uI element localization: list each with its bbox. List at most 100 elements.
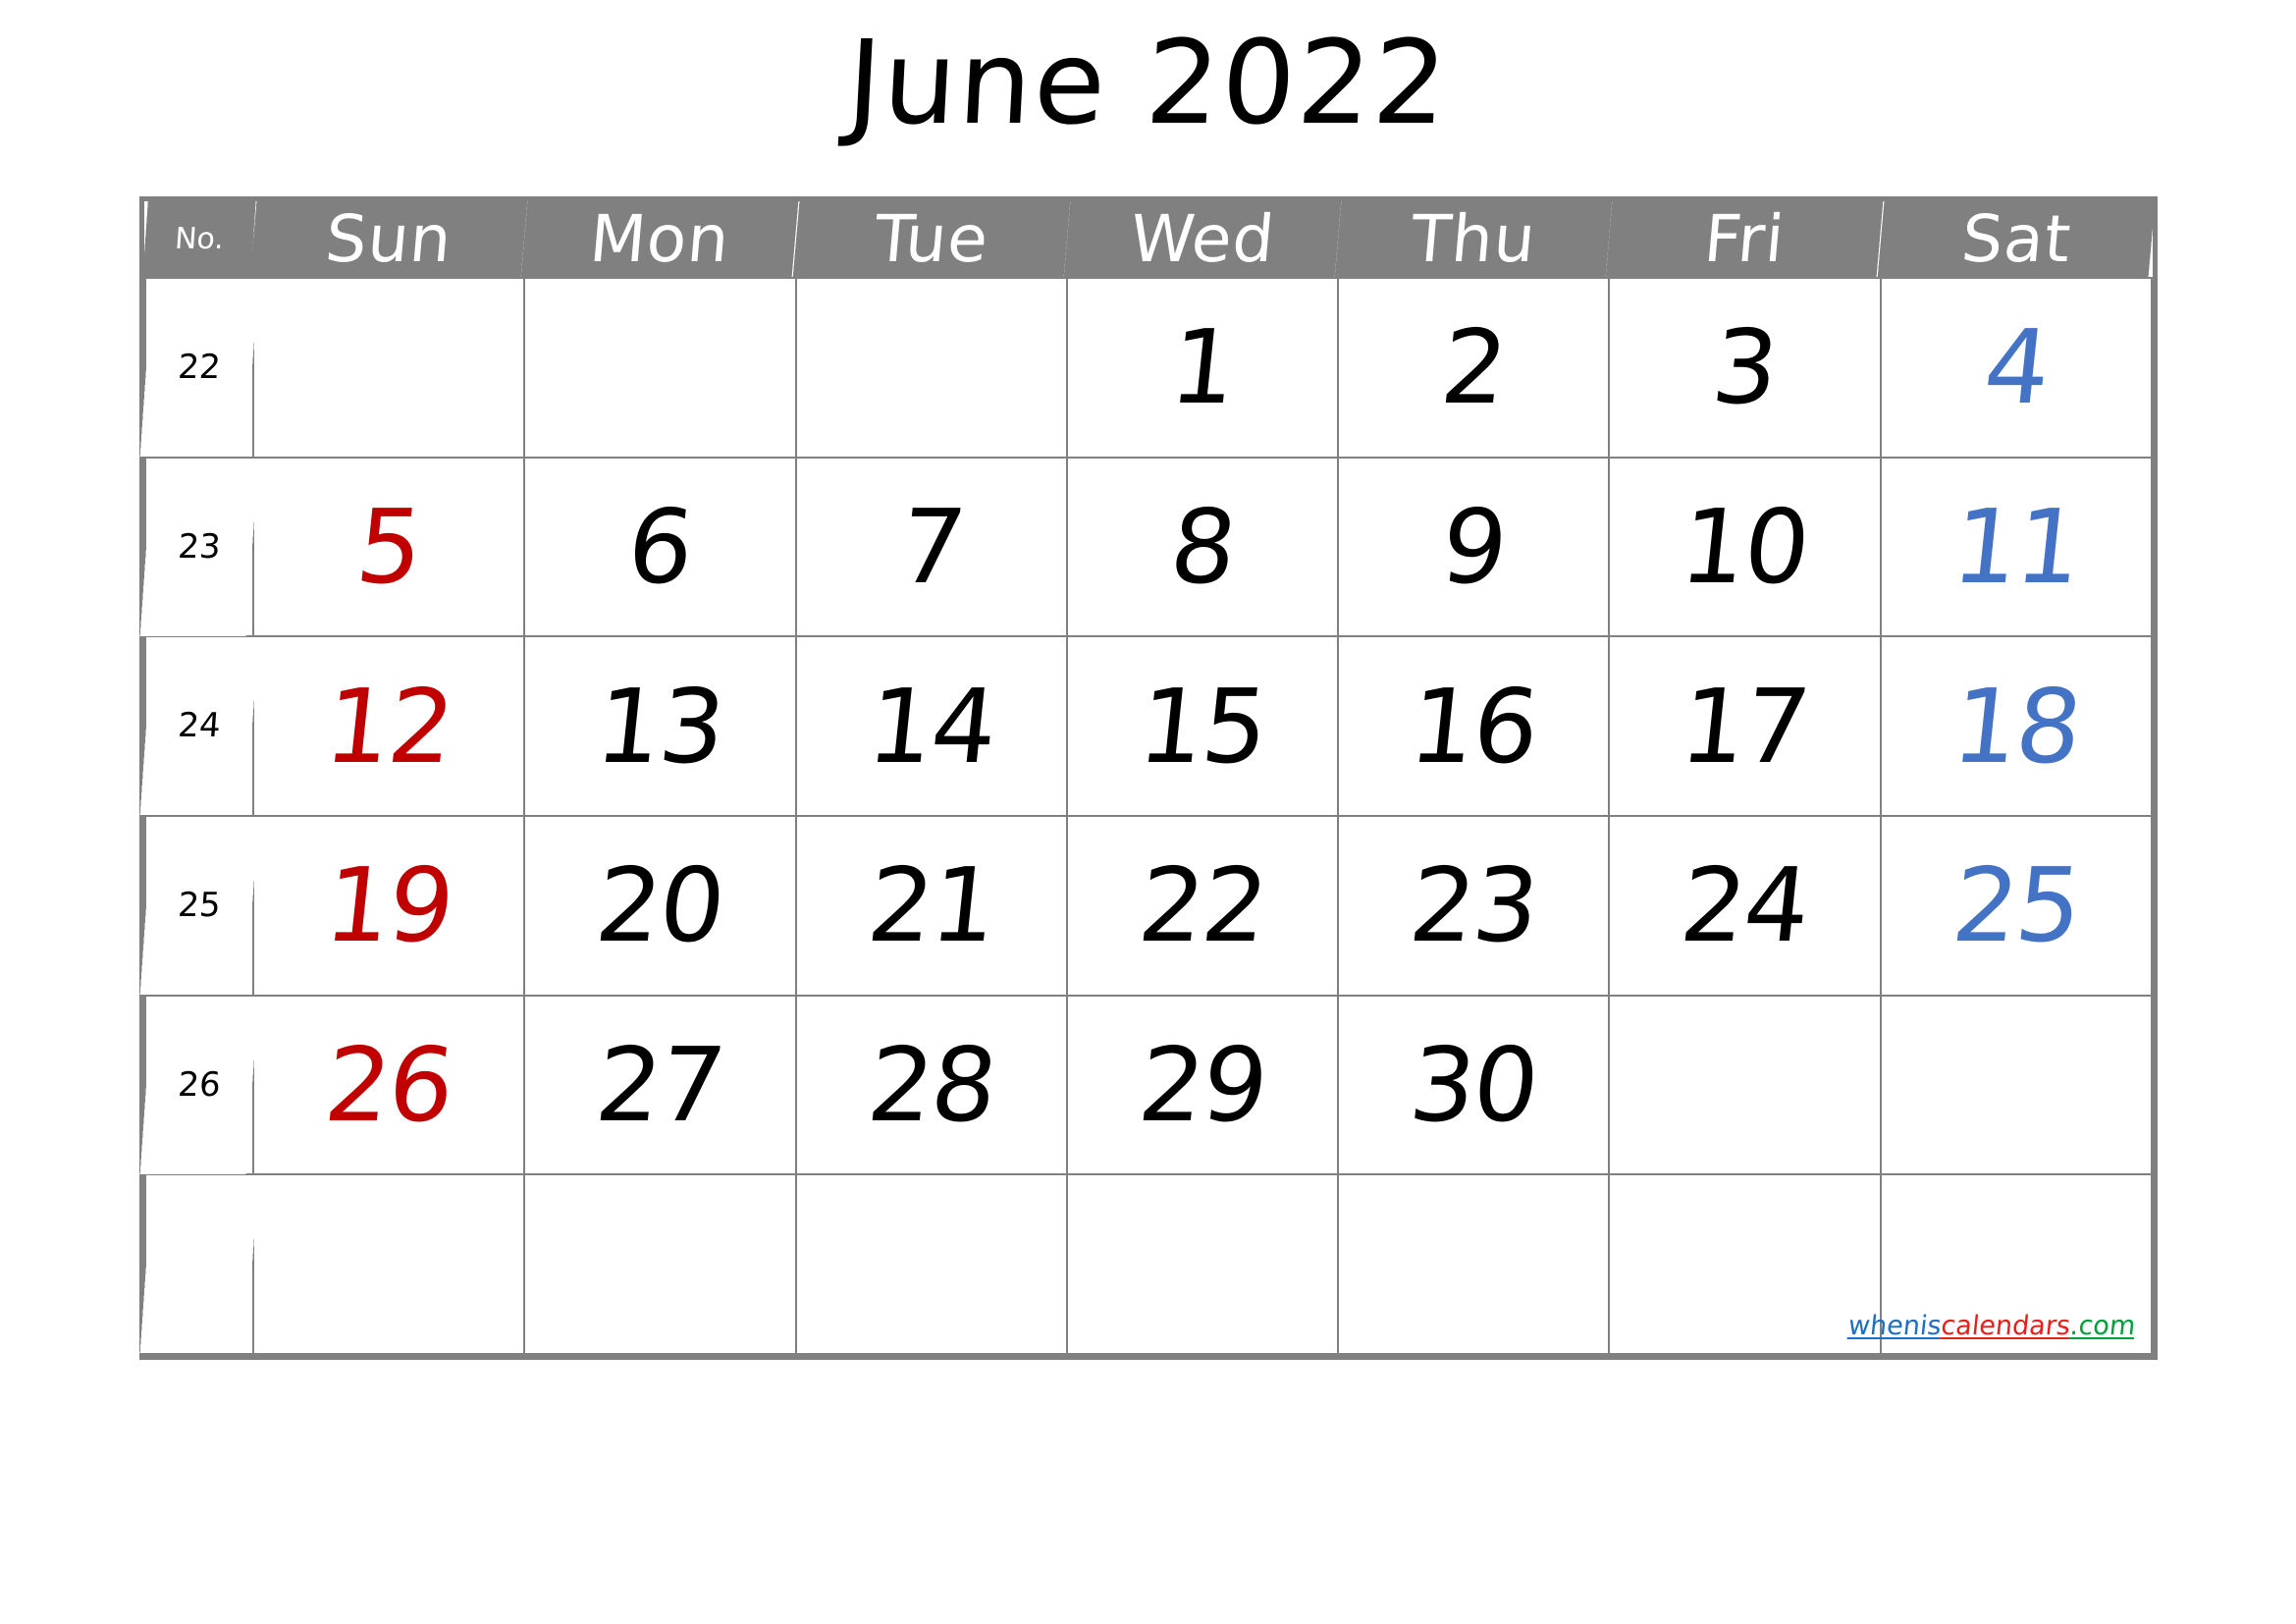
day-cell[interactable]: 29 [1065,994,1340,1176]
calendar-body: 22 1 2 3 4 23 5 6 7 8 9 10 11 24 12 13 1… [138,277,2154,1355]
day-number: 29 [1133,1024,1272,1145]
day-cell[interactable]: 10 [1608,456,1882,638]
day-cell[interactable]: 8 [1065,456,1340,638]
header-day-thu: Thu [1334,201,1613,278]
header-day-sun: Sun [249,201,528,278]
day-number: 4 [1978,307,2055,428]
day-cell[interactable] [523,277,797,459]
day-number: 2 [1435,307,1512,428]
day-cell[interactable] [794,277,1068,459]
day-number: 13 [590,666,730,786]
day-number: 24 [1675,845,1815,966]
day-number: 3 [1707,307,1784,428]
day-cell[interactable] [251,1173,526,1355]
day-cell[interactable]: 17 [1608,635,1882,817]
day-cell[interactable]: 24 [1608,814,1882,997]
day-cell[interactable]: wheniscalendars.com [1846,1173,2154,1355]
day-number: 8 [1164,486,1241,607]
day-cell[interactable]: 1 [1065,277,1340,459]
day-cell[interactable]: 2 [1337,277,1611,459]
day-number: 9 [1435,486,1512,607]
day-number: 14 [862,666,1001,786]
day-cell[interactable] [794,1173,1068,1355]
day-cell[interactable]: 3 [1608,277,1882,459]
header-row: No. Sun Mon Tue Wed Thu Fri Sat [142,201,2156,278]
day-cell[interactable]: 12 [251,635,526,817]
day-cell[interactable]: 11 [1879,456,2154,638]
day-number: 26 [319,1024,458,1145]
day-cell[interactable] [1608,1173,1882,1355]
day-cell[interactable]: 7 [794,456,1068,638]
day-cell[interactable]: 18 [1879,635,2154,817]
day-cell[interactable]: 27 [523,994,797,1176]
week-row: 26 26 27 28 29 30 [138,994,2154,1176]
day-number: 10 [1675,486,1815,607]
watermark-part-3: .com [2068,1311,2137,1341]
day-number: 22 [1133,845,1272,966]
week-number-cell: 24 [138,636,260,816]
week-number-cell: 26 [138,995,260,1175]
watermark-part-1: whenis [1846,1311,1943,1341]
day-number: 18 [1947,666,2086,786]
header-day-tue: Tue [792,201,1071,278]
day-cell[interactable]: 15 [1065,635,1340,817]
watermark-part-2: calendars [1939,1311,2072,1341]
calendar-header: No. Sun Mon Tue Wed Thu Fri Sat [142,201,2156,278]
day-cell[interactable] [1065,1173,1340,1355]
header-day-sat: Sat [1877,201,2156,278]
day-number: 1 [1164,307,1241,428]
day-number: 17 [1675,666,1815,786]
day-number: 5 [350,486,427,607]
day-cell[interactable]: 26 [251,994,526,1176]
day-number: 30 [1404,1024,1543,1145]
day-cell[interactable]: 6 [523,456,797,638]
calendar-table: No. Sun Mon Tue Wed Thu Fri Sat 22 1 2 3… [138,201,2156,1355]
week-number-cell [138,1174,260,1354]
day-cell[interactable]: 16 [1337,635,1611,817]
day-number: 28 [862,1024,1001,1145]
day-cell[interactable] [1608,994,1882,1176]
day-cell[interactable] [1879,994,2154,1176]
day-number: 6 [621,486,698,607]
day-number: 15 [1133,666,1272,786]
page-title: June 2022 [843,15,1453,150]
day-cell[interactable]: 19 [251,814,526,997]
day-cell[interactable]: 28 [794,994,1068,1176]
day-number: 21 [862,845,1001,966]
day-cell[interactable]: 21 [794,814,1068,997]
day-cell[interactable]: 5 [251,456,526,638]
week-row: wheniscalendars.com [138,1173,2154,1355]
header-week-number: No. [142,201,256,278]
day-cell[interactable]: 25 [1879,814,2154,997]
day-number: 7 [893,486,970,607]
site-watermark[interactable]: wheniscalendars.com [1846,1311,2137,1341]
day-cell[interactable]: 13 [523,635,797,817]
day-cell[interactable] [1337,1173,1611,1355]
header-day-wed: Wed [1063,201,1342,278]
day-cell[interactable]: 14 [794,635,1068,817]
week-number-cell: 23 [138,457,260,637]
week-row: 23 5 6 7 8 9 10 11 [138,456,2154,638]
day-cell[interactable] [251,277,526,459]
day-cell[interactable]: 4 [1879,277,2154,459]
header-day-mon: Mon [520,201,799,278]
day-number: 12 [319,666,458,786]
day-number: 16 [1404,666,1543,786]
week-number-cell: 22 [138,278,260,458]
week-row: 22 1 2 3 4 [138,277,2154,459]
day-cell[interactable]: 9 [1337,456,1611,638]
day-cell[interactable]: 20 [523,814,797,997]
day-number: 20 [590,845,730,966]
week-row: 25 19 20 21 22 23 24 25 [138,814,2154,997]
day-number: 25 [1947,845,2086,966]
header-day-fri: Fri [1605,201,1885,278]
day-cell[interactable] [523,1173,797,1355]
day-number: 23 [1404,845,1543,966]
day-cell[interactable]: 30 [1337,994,1611,1176]
week-number-cell: 25 [138,815,260,996]
day-cell[interactable]: 22 [1065,814,1340,997]
day-number: 27 [590,1024,730,1145]
day-cell[interactable]: 23 [1337,814,1611,997]
day-number: 11 [1947,486,2086,607]
calendar-grid: No. Sun Mon Tue Wed Thu Fri Sat 22 1 2 3… [138,196,2158,1360]
